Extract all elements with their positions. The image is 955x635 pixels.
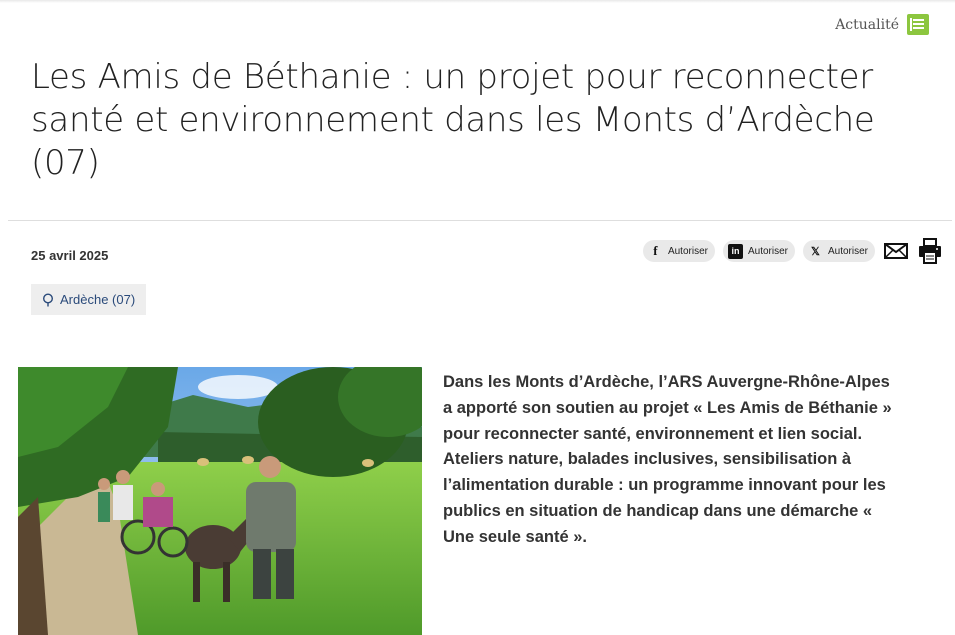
article-photo xyxy=(18,367,422,635)
list-icon xyxy=(907,14,929,35)
linkedin-icon: in xyxy=(727,243,743,259)
category-badge[interactable]: Actualité xyxy=(835,14,929,35)
share-facebook-label: Autoriser xyxy=(667,245,708,257)
page-title: Les Amis de Béthanie : un projet pour re… xyxy=(31,57,875,183)
location-tag[interactable]: Ardèche (07) xyxy=(31,284,147,315)
share-linkedin-label: Autoriser xyxy=(747,245,788,257)
location-tag-label: Ardèche (07) xyxy=(60,292,136,307)
share-bar: f Autoriser in Autoriser 𝕏 Autoriser xyxy=(642,238,943,264)
share-facebook-button[interactable]: f Autoriser xyxy=(642,240,715,262)
mail-icon[interactable] xyxy=(883,238,909,264)
location-pin-icon xyxy=(42,292,54,306)
x-icon: 𝕏 xyxy=(811,245,820,258)
category-label: Actualité xyxy=(835,16,899,33)
share-x-label: Autoriser xyxy=(827,245,868,257)
top-shadow xyxy=(0,0,955,3)
article-lead: Dans les Monts d’Ardèche, l’ARS Auvergne… xyxy=(443,373,892,546)
publish-date: 25 avril 2025 xyxy=(31,248,109,263)
print-icon[interactable] xyxy=(917,238,943,264)
facebook-icon: f xyxy=(653,243,658,258)
share-x-button[interactable]: 𝕏 Autoriser xyxy=(802,240,875,262)
divider xyxy=(8,220,952,221)
share-linkedin-button[interactable]: in Autoriser xyxy=(722,240,795,262)
